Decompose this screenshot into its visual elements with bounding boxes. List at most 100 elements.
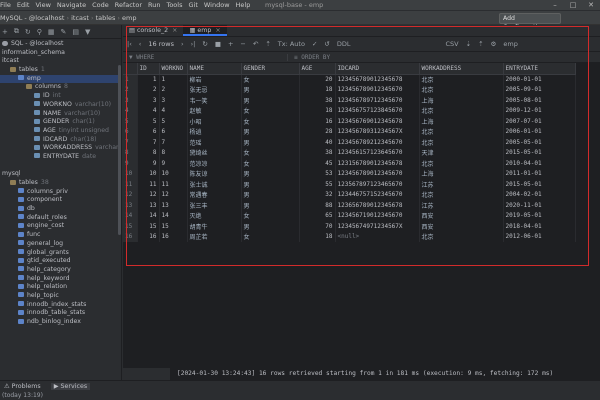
tree-item[interactable]: gtid_executed	[0, 257, 121, 266]
column-header[interactable]: IDCARD	[335, 63, 420, 75]
tree-item[interactable]: emp	[0, 74, 121, 84]
table-cell[interactable]: 北京	[419, 74, 504, 85]
table-cell[interactable]: 7	[159, 137, 188, 148]
column-header[interactable]: NAME	[187, 63, 242, 75]
table-cell[interactable]: 江苏	[419, 200, 504, 211]
table-cell[interactable]: 韦一笑	[187, 95, 242, 106]
table-cell[interactable]: 70	[299, 221, 336, 232]
filter-funnel-icon[interactable]: ▼	[85, 28, 90, 36]
column-header[interactable]: AGE	[299, 63, 336, 75]
table-cell[interactable]: 张三丰	[187, 200, 242, 211]
table-cell[interactable]: 6	[137, 126, 160, 137]
tree-item[interactable]: WORKADDRESSvarchar(50)	[0, 144, 121, 153]
table-cell[interactable]: 2010-04-01	[503, 158, 576, 169]
tree-item[interactable]: tables 38	[0, 179, 121, 188]
table-cell[interactable]: 65	[299, 210, 336, 221]
table-cell[interactable]: 天津	[419, 147, 504, 158]
tree-item[interactable]: innodb_table_stats	[0, 309, 121, 318]
tree-item[interactable]: default_roles	[0, 214, 121, 223]
commit-icon[interactable]: ✓	[312, 40, 317, 48]
table-cell[interactable]: 55	[299, 179, 336, 190]
copy-icon[interactable]: ⧉	[14, 27, 19, 36]
table-cell[interactable]: 女	[241, 158, 300, 169]
table-cell[interactable]: 男	[241, 200, 300, 211]
tree-item[interactable]: columns_priv	[0, 188, 121, 197]
table-cell[interactable]: 123567897123465670	[335, 179, 420, 190]
table-row[interactable]: 15 15 15 胡青牛男 70 12345674971234567X 西安 2018-04-…	[123, 221, 576, 232]
tree-item[interactable]: ndb_binlog_index	[0, 318, 121, 327]
tree-item[interactable]: itcast	[0, 57, 121, 66]
breadcrumb-item[interactable]: MySQL - @localhost	[0, 14, 64, 22]
maximize-icon[interactable]: □	[564, 0, 582, 10]
tree-item[interactable]: component	[0, 196, 121, 205]
table-cell[interactable]: 1	[159, 74, 188, 85]
column-header[interactable]: GENDER	[241, 63, 300, 75]
table-cell[interactable]: 20	[299, 74, 336, 85]
minimize-icon[interactable]: –	[546, 0, 564, 10]
table-cell[interactable]: 123456789012345670	[335, 168, 420, 179]
table-cell[interactable]: 13	[159, 200, 188, 211]
table-cell[interactable]: 123456757123845670	[335, 105, 420, 116]
table-cell[interactable]: 18	[299, 84, 336, 95]
table-cell[interactable]: 53	[299, 168, 336, 179]
column-header[interactable]: ENTRYDATE	[503, 63, 576, 75]
table-cell[interactable]: 北京	[419, 84, 504, 95]
menu-code[interactable]: Code	[92, 1, 109, 9]
table-cell[interactable]: 女	[241, 231, 300, 242]
tree-item[interactable]: engine_cost	[0, 222, 121, 231]
breadcrumb-item[interactable]: itcast	[71, 14, 89, 22]
table-cell[interactable]: 18	[299, 231, 336, 242]
table-cell[interactable]: 11	[159, 179, 188, 190]
menu-git[interactable]: Git	[188, 1, 197, 9]
table-cell[interactable]: 杨逍	[187, 126, 242, 137]
table-cell[interactable]: 123456789012345678	[335, 74, 420, 85]
table-cell[interactable]: 2018-04-01	[503, 221, 576, 232]
tree-item[interactable]: SQL - @localhost	[0, 40, 121, 49]
table-row[interactable]: 2 2 2 张无忌男 18 123456789012345670 北京 2005-09-01	[123, 84, 576, 95]
table-cell[interactable]: 男	[241, 84, 300, 95]
table-cell[interactable]: 123456719012345670	[335, 210, 420, 221]
tree-item[interactable]: GENDER char(1)	[0, 118, 121, 127]
table-cell[interactable]: 12345674971234567X	[335, 221, 420, 232]
table-cell[interactable]: 北京	[419, 126, 504, 137]
table-cell[interactable]: 13	[137, 200, 160, 211]
stop-icon[interactable]: ■	[215, 40, 221, 48]
table-cell[interactable]: 男	[241, 126, 300, 137]
table-cell[interactable]: 18	[299, 105, 336, 116]
table-row[interactable]: 16 16 16 周芷若女 18 <null> 北京 2012-06-01	[123, 231, 576, 242]
table-cell[interactable]: 9	[159, 158, 188, 169]
where-filter[interactable]: ▼ WHERE	[123, 53, 288, 61]
settings-icon[interactable]: ⚙	[491, 40, 497, 48]
table-cell[interactable]: 西安	[419, 210, 504, 221]
menu-navigate[interactable]: Navigate	[57, 1, 86, 9]
tree-item[interactable]: NAME varchar(10)	[0, 110, 121, 119]
menu-view[interactable]: View	[35, 1, 50, 9]
table-cell[interactable]: 14	[159, 210, 188, 221]
table-cell[interactable]: 常遇春	[187, 189, 242, 200]
table-cell[interactable]: 40	[299, 137, 336, 148]
tree-item[interactable]: help_keyword	[0, 275, 121, 284]
table-cell[interactable]: 2005-05-01	[503, 137, 576, 148]
table-cell[interactable]: 2004-02-01	[503, 189, 576, 200]
table-row[interactable]: 7 7 7 范瑶男 40 123456789212345670 北京 2005-05-01	[123, 137, 576, 148]
table-cell[interactable]: 2020-11-01	[503, 200, 576, 211]
add-row-icon[interactable]: +	[228, 40, 233, 48]
tree-item[interactable]: AGE tinyint unsigned	[0, 127, 121, 136]
table-cell[interactable]: 2000-01-01	[503, 74, 576, 85]
tree-item[interactable]: global_grants	[0, 249, 121, 258]
table-row[interactable]: 9 9 9 范凉凉女 45 123156789012345678 北京 2010-04-01	[123, 158, 576, 169]
table-cell[interactable]: 3	[159, 95, 188, 106]
tree-item[interactable]: IDCARD char(18)	[0, 136, 121, 145]
table-cell[interactable]: 女	[241, 105, 300, 116]
table-row[interactable]: 4 4 4 赵敏女 18 123456757123845670 北京 2009-12-01	[123, 105, 576, 116]
table-cell[interactable]: 男	[241, 168, 300, 179]
table-cell[interactable]: 5	[137, 116, 160, 127]
table-cell[interactable]: 4	[137, 105, 160, 116]
table-cell[interactable]: 小昭	[187, 116, 242, 127]
table-cell[interactable]: 2006-01-01	[503, 126, 576, 137]
table-cell[interactable]: 2007-07-01	[503, 116, 576, 127]
table-cell[interactable]: 16	[159, 231, 188, 242]
table-cell[interactable]: 2012-06-01	[503, 231, 576, 242]
table-cell[interactable]: 38	[299, 95, 336, 106]
tree-item[interactable]: help_relation	[0, 283, 121, 292]
